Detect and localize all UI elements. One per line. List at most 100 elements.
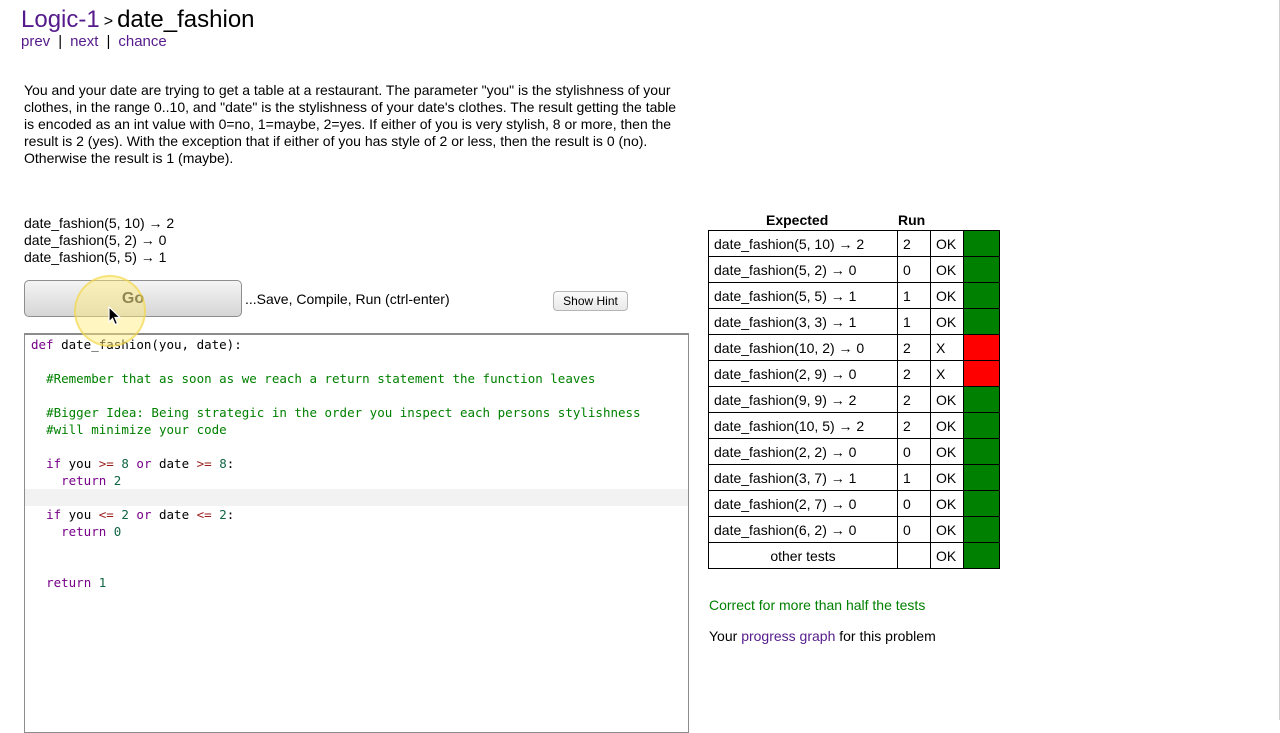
result-expected: date_fashion(10, 5) → 2 [708,412,898,439]
result-expected: date_fashion(5, 10) → 2 [708,230,898,257]
result-expected: date_fashion(5, 2) → 0 [708,256,898,283]
results-table: date_fashion(5, 10) → 2 2 OK date_fashion(5… [708,230,1000,569]
result-run-value: 0 [897,256,931,283]
result-expected: date_fashion(2, 2) → 0 [708,438,898,465]
result-row: date_fashion(3, 7) → 1 1 OK [708,464,1000,491]
breadcrumb-logic-1[interactable]: Logic-1 [21,6,100,33]
result-status: OK [930,282,964,309]
code-line: return 1 [46,575,107,590]
code-line: #Remember that as soon as we reach a ret… [46,371,596,386]
result-status: OK [930,230,964,257]
result-color-swatch [963,282,1000,309]
result-run-value: 0 [897,516,931,543]
nav-separator: | [58,33,63,50]
result-run-value: 1 [897,282,931,309]
go-button[interactable]: Go [24,280,242,317]
result-run-value [897,542,931,569]
result-expected: date_fashion(2, 7) → 0 [708,490,898,517]
result-row: date_fashion(2, 9) → 02X [708,360,1000,387]
example-line: date_fashion(5, 5) → 1 [24,249,167,265]
result-color-swatch [963,490,1000,517]
result-color-swatch [963,464,1000,491]
code-editor[interactable]: def date_fashion(you, date): #Remember t… [24,333,689,733]
code-line: if you >= 8 or date >= 8: [46,456,235,471]
correct-summary: Correct for more than half the tests [709,597,926,613]
result-color-swatch [963,516,1000,543]
result-run-value: 1 [897,308,931,335]
go-button-label: Go [121,289,145,307]
example-line: date_fashion(5, 10) → 2 [24,215,175,231]
problem-nav: prev | next | chance [21,33,167,51]
result-status: OK [930,256,964,283]
run-header: Run [898,212,926,228]
code-line: #Bigger Idea: Being strategic in the ord… [46,405,641,420]
result-run-value: 0 [897,438,931,465]
result-expected: date_fashion(2, 9) → 0 [708,360,898,387]
code-line: def date_fashion(you, date): [31,337,242,352]
problem-name: date_fashion [117,6,255,33]
examples-list: date_fashion(5, 10) → 2 date_fashion(5, … [24,215,174,266]
result-row: date_fashion(5, 5) → 1 1 OK [708,282,1000,309]
code-line: if you <= 2 or date <= 2: [46,507,235,522]
code-line: return 0 [61,524,122,539]
result-status: OK [930,490,964,517]
save-compile-run-text: ...Save, Compile, Run (ctrl-enter) [245,291,450,307]
active-code-line [25,489,688,506]
progress-text: Your progress graph for this problem [709,628,936,644]
result-row: date_fashion(3, 3) → 1 1 OK [708,308,1000,335]
result-row: date_fashion(10, 5) → 2 2 OK [708,412,1000,439]
problem-description: You and your date are trying to get a ta… [24,82,677,166]
result-status: OK [930,542,964,569]
result-color-swatch [963,334,1000,361]
result-expected: date_fashion(9, 9) → 2 [708,386,898,413]
result-run-value: 2 [897,334,931,361]
result-run-value: 1 [897,464,931,491]
result-color-swatch [963,438,1000,465]
result-row: date_fashion(2, 7) → 0 0 OK [708,490,1000,517]
result-color-swatch [963,256,1000,283]
result-row: date_fashion(2, 2) → 0 0 OK [708,438,1000,465]
result-status: OK [930,464,964,491]
result-color-swatch [963,360,1000,387]
result-status: OK [930,412,964,439]
result-status: OK [930,438,964,465]
prev-link[interactable]: prev [21,33,50,50]
breadcrumb-separator: > [103,13,114,30]
result-status: OK [930,516,964,543]
result-color-swatch [963,412,1000,439]
code-line: return 2 [61,473,122,488]
result-run-value: 2 [897,360,931,387]
result-run-value: 2 [897,386,931,413]
result-run-value: 2 [897,230,931,257]
result-color-swatch [963,386,1000,413]
result-run-value: 2 [897,412,931,439]
result-row: date_fashion(5, 10) → 2 2 OK [708,230,1000,257]
example-line: date_fashion(5, 2) → 0 [24,232,167,248]
progress-graph-link[interactable]: progress graph [741,628,835,644]
result-status: X [930,334,964,361]
result-status: OK [930,386,964,413]
result-expected: date_fashion(3, 3) → 1 [708,308,898,335]
result-row: date_fashion(10, 2) → 02X [708,334,1000,361]
result-expected: date_fashion(10, 2) → 0 [708,334,898,361]
next-link[interactable]: next [70,33,98,50]
result-expected: date_fashion(3, 7) → 1 [708,464,898,491]
result-color-swatch [963,542,1000,569]
code-line: #will minimize your code [46,422,227,437]
result-run-value: 0 [897,490,931,517]
result-color-swatch [963,308,1000,335]
result-row: date_fashion(6, 2) → 0 0 OK [708,516,1000,543]
result-row: date_fashion(5, 2) → 0 0 OK [708,256,1000,283]
result-expected: date_fashion(5, 5) → 1 [708,282,898,309]
result-row: other tests OK [708,542,1000,569]
show-hint-button[interactable]: Show Hint [553,291,628,311]
result-expected: other tests [708,542,898,569]
result-color-swatch [963,230,1000,257]
result-status: X [930,360,964,387]
chance-link[interactable]: chance [118,33,166,50]
nav-separator: | [106,33,111,50]
result-expected: date_fashion(6, 2) → 0 [708,516,898,543]
expected-header: Expected [766,212,829,228]
result-row: date_fashion(9, 9) → 2 2 OK [708,386,1000,413]
result-status: OK [930,308,964,335]
